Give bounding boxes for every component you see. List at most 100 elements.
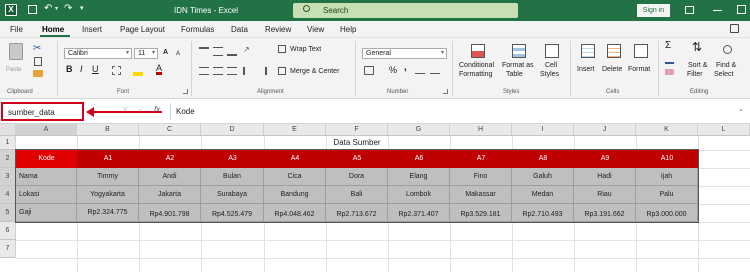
align-center-icon[interactable] [213,67,223,75]
italic-icon[interactable]: I [80,65,83,74]
insert-function-button[interactable]: fx [154,105,160,114]
percent-style-button[interactable]: % [389,66,397,75]
table-cell[interactable]: Makassar [450,186,512,204]
delete-cells-button[interactable]: Delete [602,43,626,83]
table-cell[interactable]: Rp3.000.000 [636,204,698,222]
number-dialog-launcher-icon[interactable] [443,89,448,94]
fill-color-icon[interactable] [133,72,143,76]
table-cell[interactable]: Medan [512,186,574,204]
undo-icon[interactable]: ↶ [44,3,52,14]
wrap-text-label[interactable]: Wrap Text [290,46,321,54]
table-cell[interactable]: Fino [450,168,512,186]
header-cell[interactable]: A9 [574,150,636,168]
merge-center-icon[interactable] [278,67,286,75]
decrease-font-icon[interactable]: A [176,50,180,58]
header-cell[interactable]: A2 [139,150,201,168]
column-header[interactable]: C [139,124,201,136]
column-header[interactable]: A [16,124,77,136]
font-dialog-launcher-icon[interactable] [183,89,188,94]
paste-button[interactable]: Paste [6,41,26,79]
row-header[interactable]: 5 [0,204,16,222]
header-cell[interactable]: A8 [512,150,574,168]
column-header[interactable]: H [450,124,512,136]
name-box[interactable]: sumber_data [1,102,84,121]
minimize-icon[interactable] [713,10,722,11]
accounting-format-icon[interactable] [364,66,374,75]
column-header[interactable]: J [574,124,636,136]
orientation-icon[interactable]: ↗ [243,45,250,54]
underline-icon[interactable]: U [92,65,99,74]
column-header[interactable]: D [201,124,264,136]
align-middle-icon[interactable] [213,47,223,56]
tab-home[interactable]: Home [42,25,64,34]
sort-filter-button[interactable]: ⇅ Sort & Filter [684,41,714,87]
header-cell[interactable]: A3 [201,150,264,168]
table-cell[interactable]: Rp4.901.798 [139,204,201,222]
formula-input[interactable]: Kode [176,107,195,116]
table-cell[interactable]: Rp3.191.662 [574,204,636,222]
row-header[interactable]: 2 [0,150,16,168]
tab-insert[interactable]: Insert [82,25,102,34]
increase-decimal-icon[interactable] [415,67,425,74]
table-cell[interactable]: Rp3.529.181 [450,204,512,222]
header-cell[interactable]: Kode [16,150,77,168]
column-header[interactable]: I [512,124,574,136]
table-cell[interactable]: Lokasi [16,186,77,204]
header-cell[interactable]: A1 [77,150,139,168]
column-header[interactable]: K [636,124,698,136]
header-cell[interactable]: A7 [450,150,512,168]
clear-icon[interactable] [665,69,674,75]
table-cell[interactable]: Jakarta [139,186,201,204]
table-cell[interactable]: Andi [139,168,201,186]
table-cell[interactable]: Dora [326,168,388,186]
expand-formula-bar-icon[interactable]: ⌄ [738,105,744,113]
format-painter-icon[interactable] [33,70,43,77]
table-cell[interactable]: Rp2.713.672 [326,204,388,222]
decrease-decimal-icon[interactable] [430,67,440,74]
insert-cells-button[interactable]: Insert [576,43,600,83]
table-cell[interactable]: Bandung [264,186,326,204]
copy-icon[interactable] [34,57,42,66]
borders-icon[interactable] [112,66,121,75]
font-size-dropdown[interactable]: 11 ▾ [134,48,158,59]
table-cell[interactable]: Rp2.371.407 [388,204,450,222]
column-header[interactable]: F [326,124,388,136]
table-cell[interactable]: Surabaya [201,186,264,204]
column-header[interactable]: E [264,124,326,136]
tab-formulas[interactable]: Formulas [181,25,214,34]
worksheet-grid[interactable]: A B C D E F G H I J K L 1 2 3 4 5 6 7 Data Sumber Kode A1 A2 A3… [0,124,750,272]
merge-center-label[interactable]: Merge & Center [290,68,339,76]
row-header[interactable]: 7 [0,240,16,258]
table-cell[interactable]: Cica [264,168,326,186]
find-select-button[interactable]: Find & Select [714,43,744,87]
decrease-indent-icon[interactable] [243,67,252,75]
save-icon[interactable] [28,5,37,14]
header-cell[interactable]: A4 [264,150,326,168]
format-cells-button[interactable]: Format [628,43,654,83]
format-as-table-button[interactable]: Format as Table [502,43,536,87]
table-cell[interactable]: Elang [388,168,450,186]
tab-page-layout[interactable]: Page Layout [120,25,165,34]
tab-data[interactable]: Data [231,25,248,34]
cell-styles-button[interactable]: Cell Styles [538,43,566,87]
restore-icon[interactable] [737,5,746,14]
sign-in-button[interactable]: Sign in [637,4,670,17]
table-cell[interactable]: Lombok [388,186,450,204]
table-cell[interactable]: Yogyakarta [77,186,139,204]
table-cell[interactable]: Bali [326,186,388,204]
table-cell[interactable]: Hadi [574,168,636,186]
align-right-icon[interactable] [227,67,237,75]
table-cell[interactable]: Galuh [512,168,574,186]
align-bottom-icon[interactable] [227,47,237,56]
table-cell[interactable]: Rp2.324.775 [77,204,139,222]
wrap-text-icon[interactable] [278,45,286,53]
table-cell[interactable]: Ijah [636,168,698,186]
comma-style-icon[interactable]: , [404,63,407,73]
row-header[interactable]: 3 [0,168,16,186]
tab-help[interactable]: Help [340,25,356,34]
autosum-icon[interactable]: Σ [665,41,671,51]
bold-icon[interactable]: B [66,65,73,74]
cancel-entry-icon[interactable]: ✕ [122,105,129,114]
font-name-dropdown[interactable]: Calibri ▾ [64,48,132,59]
conditional-formatting-button[interactable]: Conditional Formatting [456,43,500,87]
